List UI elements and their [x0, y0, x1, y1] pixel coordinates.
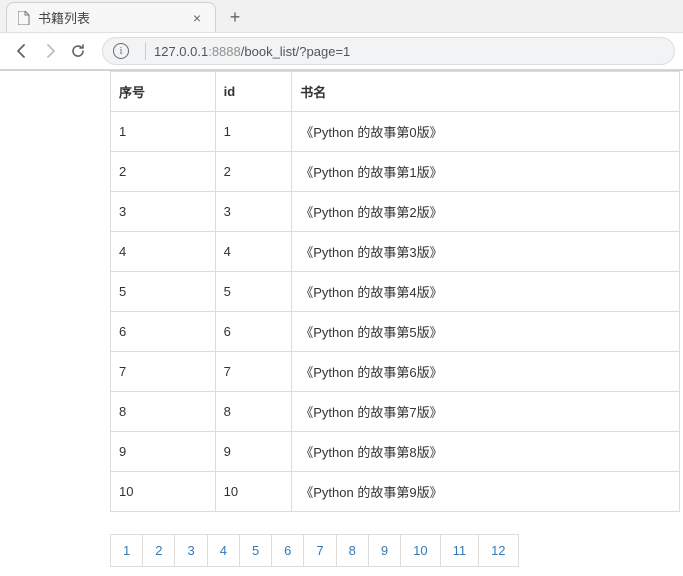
cell-seq: 8: [111, 392, 216, 432]
table-row: 1010《Python 的故事第9版》: [111, 472, 680, 512]
cell-name: 《Python 的故事第6版》: [292, 352, 680, 392]
page-link[interactable]: 5: [239, 534, 272, 567]
url-port: :8888: [208, 44, 241, 59]
cell-seq: 2: [111, 152, 216, 192]
url-host: 127.0.0.1: [154, 44, 208, 59]
forward-button[interactable]: [36, 37, 64, 65]
tab-bar: 书籍列表 × +: [0, 0, 683, 32]
book-table: 序号 id 书名 11《Python 的故事第0版》22《Python 的故事第…: [110, 71, 680, 512]
reload-button[interactable]: [64, 37, 92, 65]
table-row: 22《Python 的故事第1版》: [111, 152, 680, 192]
new-tab-button[interactable]: +: [222, 4, 248, 30]
cell-id: 8: [215, 392, 292, 432]
cell-seq: 7: [111, 352, 216, 392]
cell-id: 9: [215, 432, 292, 472]
cell-id: 2: [215, 152, 292, 192]
cell-name: 《Python 的故事第1版》: [292, 152, 680, 192]
table-header-row: 序号 id 书名: [111, 72, 680, 112]
page-link[interactable]: 8: [336, 534, 369, 567]
browser-chrome: 书籍列表 × + i 127.0.0.1:8888/book_list/?pag…: [0, 0, 683, 71]
page-link[interactable]: 10: [400, 534, 440, 567]
table-row: 99《Python 的故事第8版》: [111, 432, 680, 472]
page-link[interactable]: 9: [368, 534, 401, 567]
cell-seq: 6: [111, 312, 216, 352]
cell-id: 1: [215, 112, 292, 152]
cell-id: 4: [215, 232, 292, 272]
cell-name: 《Python 的故事第4版》: [292, 272, 680, 312]
cell-seq: 9: [111, 432, 216, 472]
cell-seq: 3: [111, 192, 216, 232]
cell-id: 3: [215, 192, 292, 232]
cell-id: 6: [215, 312, 292, 352]
cell-seq: 1: [111, 112, 216, 152]
table-row: 88《Python 的故事第7版》: [111, 392, 680, 432]
table-row: 33《Python 的故事第2版》: [111, 192, 680, 232]
close-icon[interactable]: ×: [189, 10, 205, 26]
cell-seq: 5: [111, 272, 216, 312]
pagination: 123456789101112: [110, 534, 680, 567]
col-header-name: 书名: [292, 72, 680, 112]
page-link[interactable]: 3: [174, 534, 207, 567]
table-row: 44《Python 的故事第3版》: [111, 232, 680, 272]
page-link[interactable]: 12: [478, 534, 518, 567]
cell-name: 《Python 的故事第3版》: [292, 232, 680, 272]
cell-id: 7: [215, 352, 292, 392]
cell-name: 《Python 的故事第8版》: [292, 432, 680, 472]
url-path: /book_list/?page=1: [241, 44, 351, 59]
page-link[interactable]: 7: [303, 534, 336, 567]
info-icon[interactable]: i: [113, 43, 129, 59]
cell-name: 《Python 的故事第9版》: [292, 472, 680, 512]
cell-id: 5: [215, 272, 292, 312]
cell-seq: 10: [111, 472, 216, 512]
cell-seq: 4: [111, 232, 216, 272]
page-link[interactable]: 11: [440, 534, 480, 567]
browser-tab[interactable]: 书籍列表 ×: [6, 2, 216, 32]
page-content: 序号 id 书名 11《Python 的故事第0版》22《Python 的故事第…: [0, 71, 683, 567]
page-link[interactable]: 1: [110, 534, 143, 567]
table-row: 55《Python 的故事第4版》: [111, 272, 680, 312]
back-button[interactable]: [8, 37, 36, 65]
col-header-seq: 序号: [111, 72, 216, 112]
table-row: 77《Python 的故事第6版》: [111, 352, 680, 392]
col-header-id: id: [215, 72, 292, 112]
document-icon: [17, 10, 31, 26]
browser-toolbar: i 127.0.0.1:8888/book_list/?page=1: [0, 32, 683, 70]
cell-name: 《Python 的故事第7版》: [292, 392, 680, 432]
page-link[interactable]: 6: [271, 534, 304, 567]
container: 序号 id 书名 11《Python 的故事第0版》22《Python 的故事第…: [110, 71, 680, 567]
address-bar[interactable]: i 127.0.0.1:8888/book_list/?page=1: [102, 37, 675, 65]
table-row: 11《Python 的故事第0版》: [111, 112, 680, 152]
addr-divider: [145, 42, 146, 60]
table-row: 66《Python 的故事第5版》: [111, 312, 680, 352]
page-link[interactable]: 4: [207, 534, 240, 567]
tab-title: 书籍列表: [38, 8, 189, 27]
cell-name: 《Python 的故事第0版》: [292, 112, 680, 152]
plus-icon: +: [230, 7, 241, 28]
cell-name: 《Python 的故事第5版》: [292, 312, 680, 352]
page-link[interactable]: 2: [142, 534, 175, 567]
cell-name: 《Python 的故事第2版》: [292, 192, 680, 232]
cell-id: 10: [215, 472, 292, 512]
